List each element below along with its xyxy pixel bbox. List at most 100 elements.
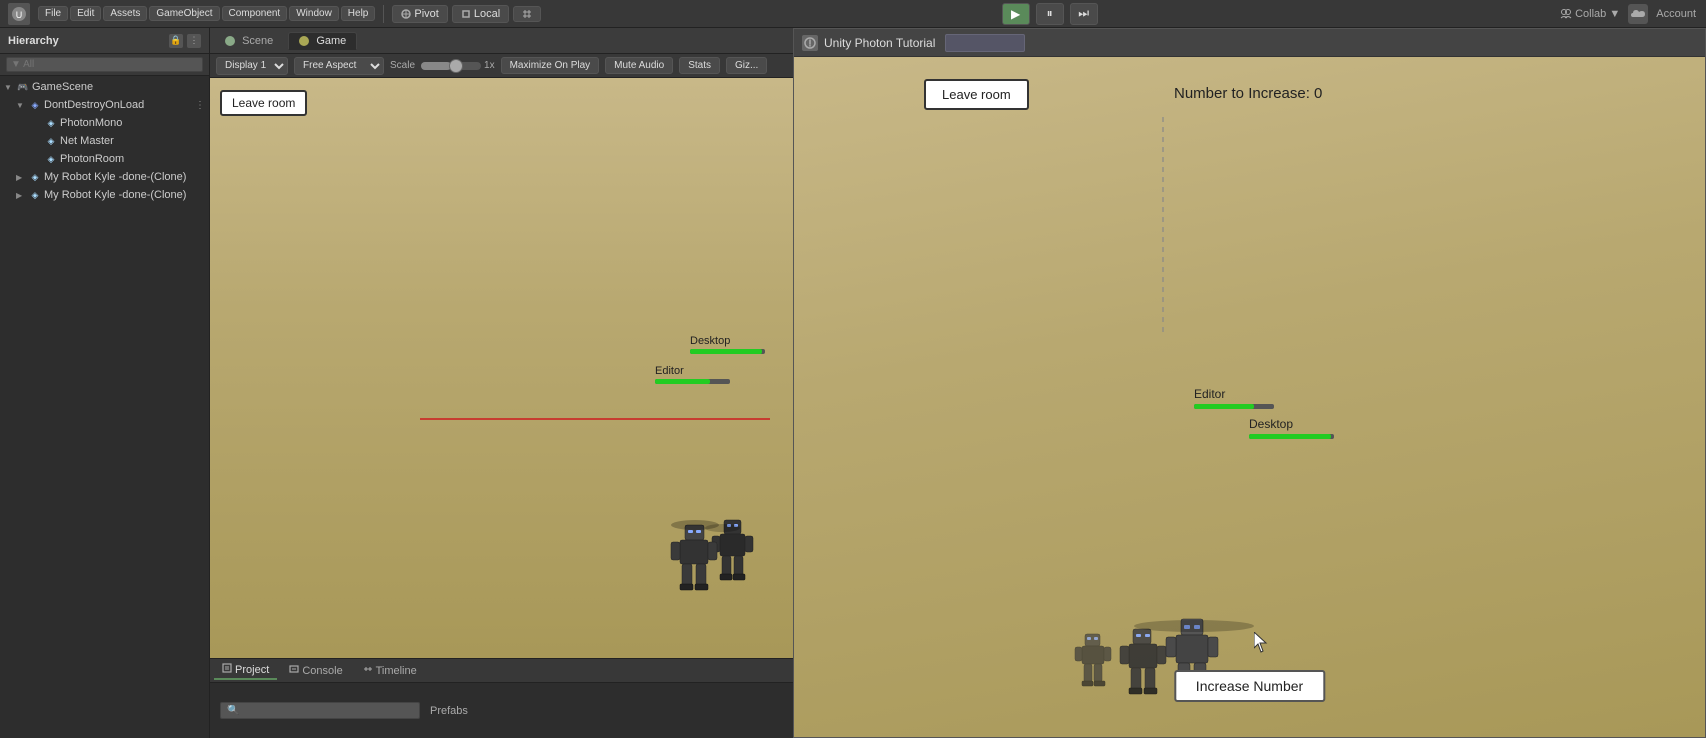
timeline-tab[interactable]: Timeline <box>355 662 425 679</box>
mouse-cursor <box>1254 632 1270 657</box>
tree-item-robot1[interactable]: ▶ ◈ My Robot Kyle -done-(Clone) <box>0 168 209 186</box>
editor-label: Editor <box>655 365 684 377</box>
pivot-btn[interactable]: Pivot <box>392 5 447 23</box>
photon-increase-number-button[interactable]: Increase Number <box>1174 670 1325 702</box>
scene-tab-label: Scene <box>242 35 273 47</box>
project-tab[interactable]: Project <box>214 661 277 680</box>
cloud-btn[interactable] <box>1628 4 1648 24</box>
display-select[interactable]: Display 1 <box>216 57 288 75</box>
dontdestroy-arrow: ▼ <box>16 101 28 110</box>
game-tab[interactable]: Game <box>288 32 357 50</box>
top-bar: U File Edit Assets GameObject Component … <box>0 0 1706 28</box>
photon-robot-2-svg <box>1164 617 1224 717</box>
hierarchy-lock-btn[interactable]: 🔒 <box>169 34 183 48</box>
netmaster-icon: ◈ <box>44 134 58 148</box>
cloud-icon <box>1631 9 1645 19</box>
scene-tab[interactable]: Scene <box>214 32 284 50</box>
edit-menu[interactable]: Edit <box>70 6 101 21</box>
tree-item-robot2[interactable]: ▶ ◈ My Robot Kyle -done-(Clone) <box>0 186 209 204</box>
svg-text:U: U <box>16 10 23 20</box>
help-menu[interactable]: Help <box>341 6 376 21</box>
top-bar-right: Collab ▼ Account <box>1550 4 1706 24</box>
scale-thumb[interactable] <box>449 59 463 73</box>
separator-1 <box>383 5 384 23</box>
local-btn[interactable]: Local <box>452 5 509 23</box>
editor-health-bar-bg <box>655 379 730 384</box>
tree-item-dontdestroy[interactable]: ▼ ◈ DontDestroyOnLoad ⋮ <box>0 96 209 114</box>
editor-player-group: Editor <box>655 363 730 382</box>
grid-btn[interactable] <box>513 6 541 22</box>
photon-desktop-label: Desktop <box>1249 417 1293 431</box>
photon-leave-room-label: Leave room <box>942 87 1011 102</box>
dontdestroy-label: DontDestroyOnLoad <box>44 99 144 111</box>
tree-item-netmaster[interactable]: ▶ ◈ Net Master <box>0 132 209 150</box>
photon-number-text: Number to Increase: 0 <box>1174 85 1322 102</box>
photon-desktop-health-bar <box>1249 434 1331 439</box>
robot1-arrow: ▶ <box>16 173 28 182</box>
desktop-player-group: Desktop <box>690 333 765 352</box>
gamescene-arrow: ▼ <box>4 83 16 92</box>
robot2-shadow <box>705 524 740 532</box>
gizmos-btn[interactable]: Giz... <box>726 57 767 74</box>
stats-btn[interactable]: Stats <box>679 57 720 74</box>
robot2-icon: ◈ <box>28 188 42 202</box>
play-button[interactable]: ▶ <box>1002 3 1030 25</box>
assets-menu[interactable]: Assets <box>103 6 147 21</box>
photon-desktop-group: Desktop <box>1249 417 1334 439</box>
robot2-label: My Robot Kyle -done-(Clone) <box>44 189 186 201</box>
pivot-label: Pivot <box>414 8 438 20</box>
robot2-arrow: ▶ <box>16 191 28 200</box>
gameobject-menu[interactable]: GameObject <box>149 6 219 21</box>
photon-dashed-line <box>1162 117 1164 337</box>
bottom-search-input[interactable] <box>220 702 420 719</box>
photon-increase-btn-label: Increase Number <box>1196 678 1303 694</box>
dontdestroy-dots[interactable]: ⋮ <box>195 100 209 111</box>
photon-robot-1-svg <box>1119 627 1169 717</box>
pause-button[interactable]: ⏸ <box>1036 3 1064 25</box>
file-menu[interactable]: File <box>38 6 68 21</box>
photon-leave-room-button[interactable]: Leave room <box>924 79 1029 110</box>
scale-slider[interactable] <box>421 62 481 70</box>
robot1-icon: ◈ <box>28 170 42 184</box>
component-menu[interactable]: Component <box>222 6 288 21</box>
collab-btn[interactable]: Collab ▼ <box>1560 8 1620 20</box>
netmaster-label: Net Master <box>60 135 114 147</box>
timeline-icon <box>363 664 373 674</box>
photon-number-display: Number to Increase: 0 <box>1174 85 1322 102</box>
hierarchy-tree: ▼ 🎮 GameScene ▼ ◈ DontDestroyOnLoad ⋮ ▶ … <box>0 76 209 738</box>
mute-btn[interactable]: Mute Audio <box>605 57 673 74</box>
gamescene-icon: 🎮 <box>16 80 30 94</box>
console-tab[interactable]: Console <box>281 662 350 679</box>
maximize-btn[interactable]: Maximize On Play <box>501 57 600 74</box>
robot-2-svg <box>670 523 720 608</box>
scale-label: Scale <box>390 60 415 71</box>
window-menu[interactable]: Window <box>289 6 339 21</box>
photon-robot-3-svg <box>1074 632 1114 702</box>
photon-editor-label: Editor <box>1194 387 1225 401</box>
hierarchy-menu-btn[interactable]: ⋮ <box>187 34 201 48</box>
photon-viewport: Leave room Number to Increase: 0 Editor … <box>794 57 1705 737</box>
tree-item-gamescene[interactable]: ▼ 🎮 GameScene <box>0 78 209 96</box>
gamescene-label: GameScene <box>32 81 93 93</box>
top-bar-left: U File Edit Assets GameObject Component … <box>0 3 549 25</box>
step-button[interactable]: ⏭ <box>1070 3 1098 25</box>
photon-desktop-health-bg <box>1249 434 1334 439</box>
photon-action-btn[interactable] <box>945 34 1025 52</box>
tree-item-photonroom[interactable]: ▶ ◈ PhotonRoom <box>0 150 209 168</box>
photonmono-label: PhotonMono <box>60 117 122 129</box>
project-icon <box>222 663 232 673</box>
photon-title-bar: Unity Photon Tutorial <box>794 29 1705 57</box>
tree-item-photonmono[interactable]: ▶ ◈ PhotonMono <box>0 114 209 132</box>
hierarchy-search-input[interactable] <box>6 57 203 72</box>
photon-editor-health-bg <box>1194 404 1274 409</box>
desktop-label: Desktop <box>690 335 730 347</box>
aspect-select[interactable]: Free Aspect <box>294 57 384 75</box>
desktop-health-bar <box>690 349 762 354</box>
photon-window: Unity Photon Tutorial Leave room Number … <box>793 28 1706 738</box>
leave-room-button[interactable]: Leave room <box>220 90 307 116</box>
grid-icon <box>522 9 532 19</box>
console-icon <box>289 664 299 674</box>
dontdestroy-icon: ◈ <box>28 98 42 112</box>
scale-value: 1x <box>484 60 495 71</box>
account-label[interactable]: Account <box>1656 8 1696 20</box>
